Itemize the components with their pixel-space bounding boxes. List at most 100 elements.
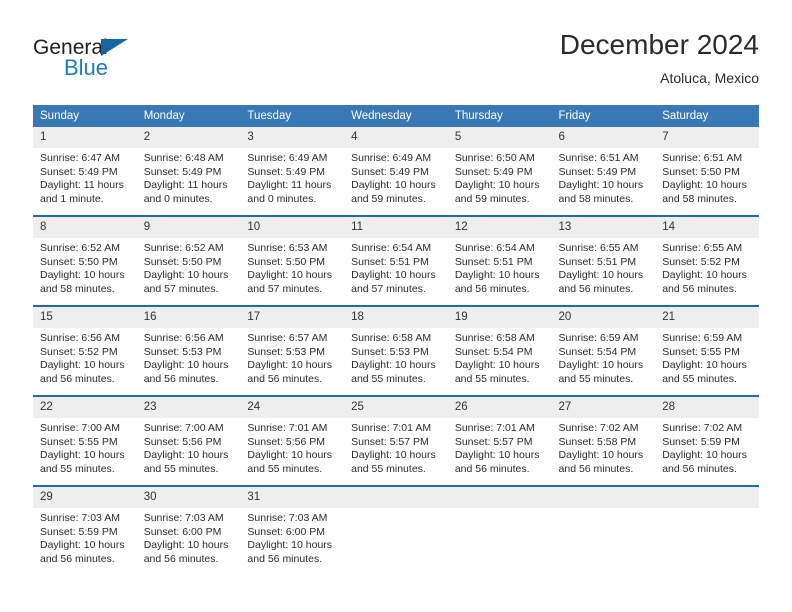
- calendar-table: Sunday Monday Tuesday Wednesday Thursday Frid…: [33, 105, 759, 575]
- day-cell[interactable]: 15 Sunrise: 6:56 AM Sunset: 5:52 PM Dayligh…: [33, 305, 137, 396]
- day-cell[interactable]: 27 Sunrise: 7:02 AM Sunset: 5:58 PM Dayligh…: [551, 395, 656, 486]
- day-cell[interactable]: 8 Sunrise: 6:52 AM Sunset: 5:50 PM Daylight…: [33, 215, 137, 306]
- sunrise-text: Sunrise: 6:49 AM: [351, 152, 432, 164]
- logo-triangle-icon: [101, 39, 128, 56]
- sunset-text: Sunset: 5:53 PM: [351, 345, 429, 358]
- day-details: Sunrise: 7:03 AM Sunset: 6:00 PM Daylight:…: [240, 508, 344, 566]
- sunrise-text: Sunrise: 7:02 AM: [558, 422, 639, 434]
- sunrise-text: Sunrise: 6:54 AM: [351, 242, 432, 254]
- day-details: Sunrise: 6:56 AM Sunset: 5:53 PM Daylight:…: [137, 328, 241, 386]
- sunset-text: Sunset: 5:50 PM: [40, 255, 118, 268]
- day-details: Sunrise: 6:54 AM Sunset: 5:51 PM Daylight:…: [344, 238, 448, 296]
- day-number: [447, 487, 552, 508]
- sunrise-text: Sunrise: 7:00 AM: [40, 422, 120, 434]
- day-cell[interactable]: 11 Sunrise: 6:54 AM Sunset: 5:51 PM Dayligh…: [344, 215, 448, 306]
- calendar-week-row: 29 Sunrise: 7:03 AM Sunset: 5:59 PM Dayligh…: [33, 485, 759, 575]
- day-cell[interactable]: 7 Sunrise: 6:51 AM Sunset: 5:50 PM Daylight…: [655, 127, 759, 216]
- day-number: 27: [551, 397, 656, 418]
- sunset-text: Sunset: 5:57 PM: [351, 435, 429, 448]
- daylight-text: Daylight: 10 hours and 57 minutes.: [351, 269, 436, 295]
- day-number: 1: [33, 127, 137, 148]
- sunrise-text: Sunrise: 7:03 AM: [247, 512, 328, 524]
- day-cell[interactable]: 31 Sunrise: 7:03 AM Sunset: 6:00 PM Dayligh…: [240, 485, 345, 575]
- general-blue-logo[interactable]: General Blue: [33, 36, 233, 86]
- daylight-text: Daylight: 10 hours and 57 minutes.: [143, 269, 229, 295]
- day-number: 23: [136, 397, 241, 418]
- day-cell[interactable]: 21 Sunrise: 6:59 AM Sunset: 5:55 PM Dayligh…: [655, 305, 759, 396]
- sunrise-text: Sunrise: 7:03 AM: [143, 512, 224, 524]
- day-details: Sunrise: 6:49 AM Sunset: 5:49 PM Daylight:…: [240, 148, 344, 206]
- sunset-text: Sunset: 5:50 PM: [662, 165, 740, 178]
- day-details: Sunrise: 6:48 AM Sunset: 5:49 PM Daylight:…: [137, 148, 241, 206]
- day-cell[interactable]: 20 Sunrise: 6:59 AM Sunset: 5:54 PM Dayligh…: [551, 305, 656, 396]
- day-number: 8: [33, 217, 137, 238]
- day-cell[interactable]: 29 Sunrise: 7:03 AM Sunset: 5:59 PM Dayligh…: [33, 485, 137, 575]
- sunset-text: Sunset: 5:50 PM: [247, 255, 326, 268]
- day-details: Sunrise: 6:55 AM Sunset: 5:52 PM Daylight:…: [655, 238, 759, 296]
- sunrise-text: Sunrise: 6:50 AM: [454, 152, 535, 164]
- daylight-text: Daylight: 10 hours and 55 minutes.: [40, 449, 125, 475]
- day-cell[interactable]: 14 Sunrise: 6:55 AM Sunset: 5:52 PM Dayligh…: [655, 215, 759, 306]
- day-details: Sunrise: 6:58 AM Sunset: 5:54 PM Daylight:…: [448, 328, 552, 386]
- day-cell[interactable]: 5 Sunrise: 6:50 AM Sunset: 5:49 PM Daylight…: [447, 127, 552, 216]
- daylight-text: Daylight: 11 hours and 0 minutes.: [143, 179, 228, 205]
- sunrise-text: Sunrise: 6:48 AM: [143, 152, 224, 164]
- daylight-text: Daylight: 10 hours and 58 minutes.: [662, 179, 747, 205]
- sunrise-text: Sunrise: 6:52 AM: [143, 242, 224, 254]
- sunrise-text: Sunrise: 6:56 AM: [143, 332, 224, 344]
- day-cell[interactable]: 30 Sunrise: 7:03 AM Sunset: 6:00 PM Dayligh…: [136, 485, 241, 575]
- calendar-week-row: 1 Sunrise: 6:47 AM Sunset: 5:49 PM Daylight…: [33, 127, 759, 216]
- day-cell[interactable]: 26 Sunrise: 7:01 AM Sunset: 5:57 PM Dayligh…: [447, 395, 552, 486]
- day-details: Sunrise: 6:50 AM Sunset: 5:49 PM Daylight:…: [448, 148, 552, 206]
- sunset-text: Sunset: 5:58 PM: [558, 435, 637, 448]
- weekday-header-thursday: Thursday: [447, 105, 552, 127]
- day-cell[interactable]: 1 Sunrise: 6:47 AM Sunset: 5:49 PM Daylight…: [33, 127, 137, 216]
- daylight-text: Daylight: 10 hours and 55 minutes.: [247, 449, 333, 475]
- day-cell[interactable]: 24 Sunrise: 7:01 AM Sunset: 5:56 PM Dayligh…: [240, 395, 345, 486]
- day-cell[interactable]: 13 Sunrise: 6:55 AM Sunset: 5:51 PM Dayligh…: [551, 215, 656, 306]
- day-details: Sunrise: 7:00 AM Sunset: 5:56 PM Daylight:…: [137, 418, 241, 476]
- day-number: 24: [240, 397, 345, 418]
- day-cell[interactable]: 3 Sunrise: 6:49 AM Sunset: 5:49 PM Daylight…: [240, 127, 345, 216]
- day-cell[interactable]: 25 Sunrise: 7:01 AM Sunset: 5:57 PM Dayligh…: [344, 395, 448, 486]
- day-details: Sunrise: 6:52 AM Sunset: 5:50 PM Daylight:…: [137, 238, 241, 296]
- day-details: Sunrise: 7:02 AM Sunset: 5:58 PM Daylight:…: [552, 418, 656, 476]
- calendar-week-row: 8 Sunrise: 6:52 AM Sunset: 5:50 PM Daylight…: [33, 215, 759, 306]
- day-number: 19: [447, 307, 552, 328]
- day-number: 16: [136, 307, 241, 328]
- day-details: Sunrise: 6:57 AM Sunset: 5:53 PM Daylight:…: [240, 328, 344, 386]
- day-number: 5: [447, 127, 552, 148]
- sunset-text: Sunset: 5:49 PM: [558, 165, 637, 178]
- sunrise-text: Sunrise: 7:02 AM: [662, 422, 743, 434]
- day-cell[interactable]: 18 Sunrise: 6:58 AM Sunset: 5:53 PM Dayligh…: [344, 305, 448, 396]
- day-number: 20: [551, 307, 656, 328]
- day-number: 12: [447, 217, 552, 238]
- day-cell[interactable]: 9 Sunrise: 6:52 AM Sunset: 5:50 PM Daylight…: [136, 215, 241, 306]
- day-cell[interactable]: 12 Sunrise: 6:54 AM Sunset: 5:51 PM Dayligh…: [447, 215, 552, 306]
- sunset-text: Sunset: 5:51 PM: [558, 255, 637, 268]
- sunrise-text: Sunrise: 7:03 AM: [40, 512, 120, 524]
- day-number: 25: [344, 397, 448, 418]
- day-cell[interactable]: 4 Sunrise: 6:49 AM Sunset: 5:49 PM Daylight…: [344, 127, 448, 216]
- daylight-text: Daylight: 10 hours and 56 minutes.: [247, 359, 333, 385]
- day-cell[interactable]: 22 Sunrise: 7:00 AM Sunset: 5:55 PM Dayligh…: [33, 395, 137, 486]
- sunrise-text: Sunrise: 7:01 AM: [351, 422, 432, 434]
- day-cell-empty: [344, 485, 448, 575]
- sunrise-text: Sunrise: 6:55 AM: [558, 242, 639, 254]
- day-cell[interactable]: 10 Sunrise: 6:53 AM Sunset: 5:50 PM Dayligh…: [240, 215, 345, 306]
- day-cell[interactable]: 23 Sunrise: 7:00 AM Sunset: 5:56 PM Dayligh…: [136, 395, 241, 486]
- day-details: Sunrise: 7:01 AM Sunset: 5:57 PM Daylight:…: [448, 418, 552, 476]
- day-details: Sunrise: 6:52 AM Sunset: 5:50 PM Daylight:…: [33, 238, 137, 296]
- day-number: [655, 487, 759, 508]
- sunrise-text: Sunrise: 6:58 AM: [454, 332, 535, 344]
- day-number: 14: [655, 217, 759, 238]
- sunset-text: Sunset: 5:51 PM: [454, 255, 533, 268]
- day-cell[interactable]: 2 Sunrise: 6:48 AM Sunset: 5:49 PM Daylight…: [136, 127, 241, 216]
- day-cell[interactable]: 16 Sunrise: 6:56 AM Sunset: 5:53 PM Dayligh…: [136, 305, 241, 396]
- day-number: 15: [33, 307, 137, 328]
- day-cell[interactable]: 17 Sunrise: 6:57 AM Sunset: 5:53 PM Dayligh…: [240, 305, 345, 396]
- day-cell[interactable]: 19 Sunrise: 6:58 AM Sunset: 5:54 PM Dayligh…: [447, 305, 552, 396]
- daylight-text: Daylight: 10 hours and 58 minutes.: [558, 179, 644, 205]
- day-cell[interactable]: 6 Sunrise: 6:51 AM Sunset: 5:49 PM Daylight…: [551, 127, 656, 216]
- day-cell[interactable]: 28 Sunrise: 7:02 AM Sunset: 5:59 PM Dayligh…: [655, 395, 759, 486]
